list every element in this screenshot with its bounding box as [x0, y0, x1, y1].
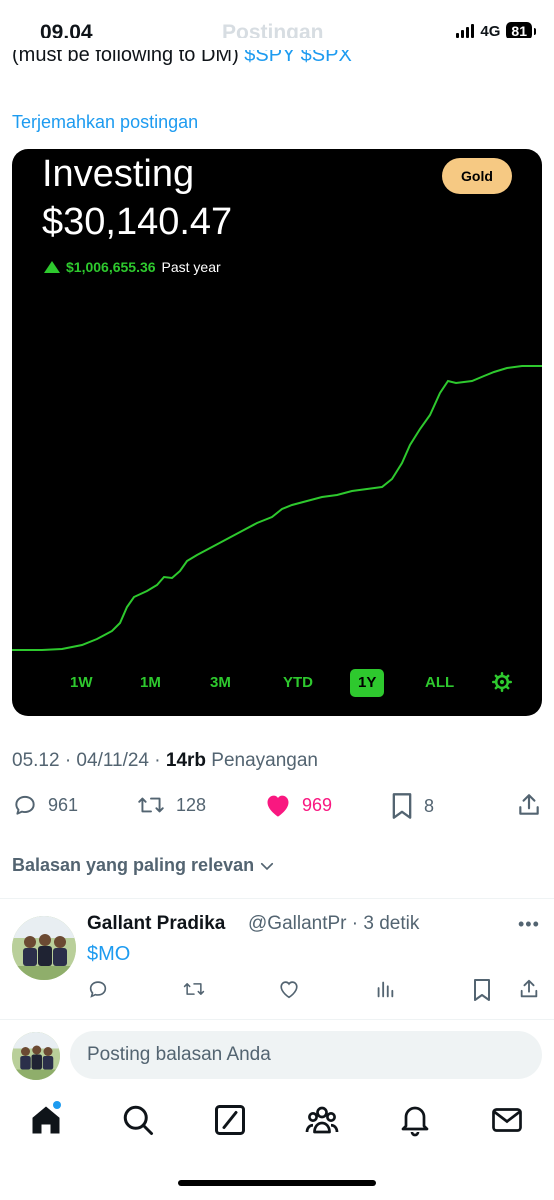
notifications-icon[interactable] — [397, 1102, 433, 1138]
avatar-photo — [12, 916, 76, 980]
home-notification-dot — [53, 1101, 61, 1109]
scroll-mask — [0, 38, 554, 50]
reply-icon — [15, 795, 35, 815]
search-icon[interactable] — [120, 1102, 156, 1138]
investing-title: Investing — [42, 153, 195, 195]
up-triangle-icon — [44, 261, 60, 273]
range-ytd[interactable]: YTD — [283, 669, 313, 697]
post-media-image[interactable]: Investing $30,140.47 $1,006,655.36 Past … — [12, 149, 542, 716]
change-value: $1,006,655.36 — [66, 259, 156, 275]
divider — [0, 898, 554, 899]
replies-sort-dropdown[interactable]: Balasan yang paling relevan — [12, 855, 276, 876]
chevron-down-icon — [261, 862, 274, 870]
change-label: Past year — [161, 259, 221, 275]
share-button[interactable] — [516, 792, 542, 818]
reply-input[interactable] — [70, 1031, 542, 1079]
views-icon[interactable] — [374, 978, 396, 1000]
portfolio-change: $1,006,655.36 Past year — [44, 259, 221, 275]
translate-post-link[interactable]: Terjemahkan postingan — [12, 112, 198, 133]
views-count: 14rb — [165, 750, 207, 771]
more-options-icon[interactable]: ••• — [518, 914, 540, 935]
reply-author-name[interactable]: Gallant Pradika — [87, 913, 225, 935]
avatar-photo — [12, 1032, 60, 1080]
post-timestamp: 05.12 · 04/11/24 · — [12, 750, 166, 771]
gear-icon[interactable] — [492, 672, 512, 692]
bookmark-button[interactable]: 8 — [390, 792, 434, 820]
reply-text[interactable]: $MO — [87, 943, 130, 966]
range-3m[interactable]: 3M — [210, 669, 231, 697]
gold-badge: Gold — [442, 158, 512, 194]
post-action-bar: 961 128 969 8 — [0, 792, 554, 828]
reply-author-handle[interactable]: @GallantPr · 3 detik — [248, 913, 419, 935]
communities-icon[interactable] — [304, 1102, 340, 1138]
share-icon — [519, 794, 539, 815]
reply-count: 961 — [48, 794, 79, 815]
like-button[interactable]: 969 — [264, 792, 332, 818]
reply-action-bar — [0, 978, 554, 1006]
heart-icon — [267, 795, 289, 817]
range-1w[interactable]: 1W — [70, 669, 93, 697]
messages-icon[interactable] — [489, 1102, 525, 1138]
share-icon[interactable] — [518, 978, 540, 1000]
repost-button[interactable]: 128 — [136, 792, 206, 818]
repost-count: 128 — [176, 794, 207, 815]
home-indicator[interactable] — [178, 1180, 376, 1186]
range-1y[interactable]: 1Y — [350, 669, 385, 697]
post-meta: 05.12 · 04/11/24 · 14rb Penayangan — [12, 750, 318, 772]
range-selector: 1W 1M 3M YTD 1Y ALL — [12, 669, 542, 699]
like-count: 969 — [302, 794, 333, 815]
reply-button[interactable]: 961 — [12, 792, 78, 818]
compose-avatar — [12, 1032, 60, 1080]
reply-avatar[interactable] — [12, 916, 76, 980]
signal-icon — [456, 24, 475, 38]
sort-label: Balasan yang paling relevan — [12, 855, 255, 875]
views-label: Penayangan — [206, 750, 319, 771]
portfolio-line — [12, 365, 542, 651]
repost-icon — [138, 797, 164, 813]
reply-icon[interactable] — [87, 978, 109, 1000]
bookmark-icon[interactable] — [472, 978, 492, 1002]
divider — [0, 1019, 554, 1020]
range-all[interactable]: ALL — [425, 669, 454, 697]
portfolio-line-chart — [12, 365, 542, 651]
grok-icon[interactable] — [212, 1102, 248, 1138]
heart-icon[interactable] — [278, 978, 300, 1000]
compose-reply-bar — [0, 1028, 554, 1084]
bookmark-count: 8 — [424, 795, 435, 816]
bookmark-icon — [392, 793, 412, 819]
repost-icon[interactable] — [182, 978, 206, 1000]
range-1m[interactable]: 1M — [140, 669, 161, 697]
network-type: 4G — [480, 22, 501, 40]
portfolio-value: $30,140.47 — [42, 201, 233, 243]
bottom-navigation — [0, 1096, 554, 1148]
